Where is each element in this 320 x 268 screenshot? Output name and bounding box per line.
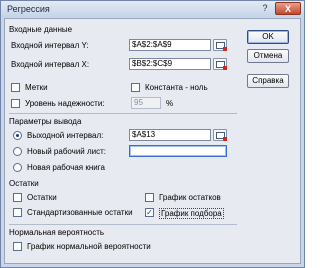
confidence-label: Уровень надежности: bbox=[25, 99, 105, 108]
standardized-residuals-checkbox[interactable] bbox=[13, 208, 22, 217]
close-button[interactable]: X bbox=[275, 2, 301, 15]
range-select-icon bbox=[216, 61, 227, 70]
normal-plot-label: График нормальной вероятности bbox=[27, 242, 151, 251]
percent-sign: % bbox=[166, 99, 174, 108]
new-sheet-label: Новый рабочий лист: bbox=[27, 147, 107, 156]
line-fit-plots-label: График подбора bbox=[159, 208, 224, 219]
residuals-section-title: Остатки bbox=[9, 179, 39, 188]
standardized-residuals-label: Стандартизованные остатки bbox=[27, 208, 133, 217]
title-bar[interactable]: Регрессия ? X bbox=[1, 1, 304, 17]
dialog-title: Регрессия bbox=[7, 4, 50, 14]
x-range-collapse-button[interactable] bbox=[213, 58, 227, 70]
x-range-label: Входной интервал X: bbox=[11, 60, 90, 69]
dialog-body: Входные данные Входной интервал Y: $A$2:… bbox=[4, 18, 301, 264]
normal-plot-checkbox[interactable] bbox=[13, 242, 22, 251]
new-sheet-input[interactable] bbox=[129, 145, 227, 157]
input-section-title: Входные данные bbox=[9, 25, 73, 34]
new-book-label: Новая рабочая книга bbox=[27, 163, 105, 172]
help-button[interactable]: Справка bbox=[247, 74, 289, 88]
output-range-input[interactable]: $A$13 bbox=[129, 129, 211, 141]
range-select-icon bbox=[216, 42, 227, 51]
new-sheet-radio[interactable] bbox=[13, 147, 22, 156]
output-section-title: Параметры вывода bbox=[9, 117, 82, 126]
residual-plots-label: График остатков bbox=[159, 193, 221, 202]
labels-checkbox[interactable] bbox=[11, 83, 20, 92]
constant-zero-label: Константа - ноль bbox=[145, 83, 208, 92]
output-range-collapse-button[interactable] bbox=[213, 129, 227, 141]
section-divider bbox=[9, 113, 237, 114]
residuals-label: Остатки bbox=[27, 193, 57, 202]
new-book-radio[interactable] bbox=[13, 163, 22, 172]
residuals-checkbox[interactable] bbox=[13, 193, 22, 202]
y-range-input[interactable]: $A$2:$A$9 bbox=[129, 39, 211, 51]
confidence-checkbox[interactable] bbox=[11, 99, 20, 108]
constant-zero-checkbox[interactable] bbox=[131, 83, 140, 92]
range-select-icon bbox=[216, 132, 227, 141]
line-fit-plots-checkbox[interactable]: ✓ bbox=[145, 208, 154, 217]
cancel-button[interactable]: Отмена bbox=[247, 49, 289, 63]
output-range-label: Выходной интервал: bbox=[27, 131, 104, 140]
regression-dialog: Регрессия ? X Входные данные Входной инт… bbox=[0, 0, 305, 268]
labels-label: Метки bbox=[25, 83, 48, 92]
x-range-input[interactable]: $B$2:$C$9 bbox=[129, 58, 211, 70]
y-range-collapse-button[interactable] bbox=[213, 39, 227, 51]
normal-section-title: Нормальная вероятность bbox=[9, 228, 105, 237]
output-range-radio[interactable] bbox=[13, 131, 22, 140]
ok-button[interactable]: OK bbox=[247, 30, 289, 44]
section-divider bbox=[9, 224, 237, 225]
y-range-label: Входной интервал Y: bbox=[11, 41, 89, 50]
confidence-input[interactable]: 95 bbox=[131, 97, 161, 109]
residual-plots-checkbox[interactable] bbox=[145, 193, 154, 202]
help-title-button[interactable]: ? bbox=[258, 2, 272, 14]
